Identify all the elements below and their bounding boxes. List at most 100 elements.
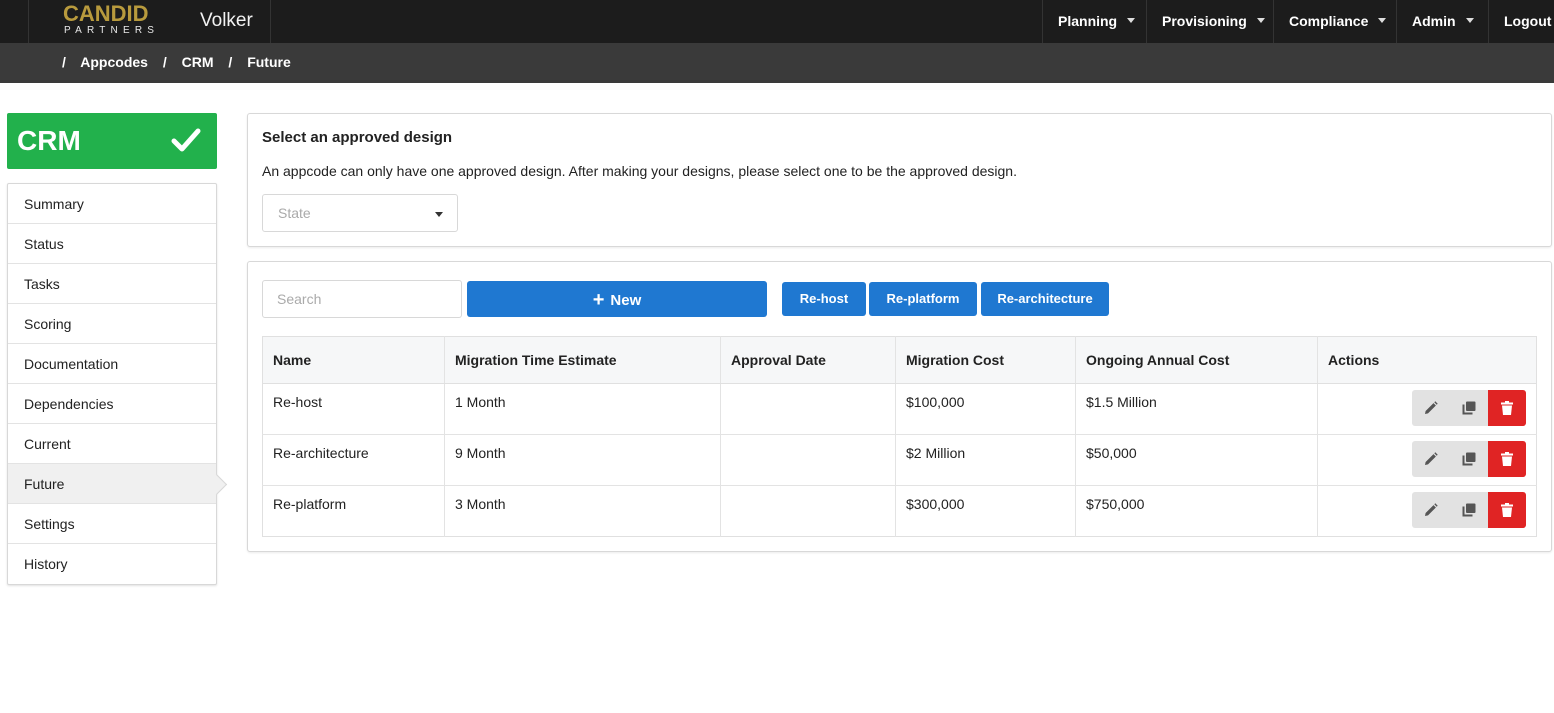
breadcrumb-separator: / <box>228 54 233 70</box>
rehost-button[interactable]: Re-host <box>782 282 866 316</box>
sidebar-item-documentation[interactable]: Documentation <box>8 344 216 384</box>
app-badge-name: CRM <box>17 125 81 156</box>
trash-icon <box>1501 503 1513 517</box>
breadcrumb-appcodes[interactable]: Appcodes <box>80 54 148 70</box>
state-select-placeholder: State <box>278 205 311 221</box>
sidebar-item-status[interactable]: Status <box>8 224 216 264</box>
breadcrumb-crm[interactable]: CRM <box>182 54 214 70</box>
column-header-approval-date[interactable]: Approval Date <box>720 336 896 384</box>
state-select[interactable]: State <box>262 194 458 232</box>
duplicate-button[interactable] <box>1450 492 1488 528</box>
edit-button[interactable] <box>1412 390 1450 426</box>
app-name[interactable]: Volker <box>200 10 253 32</box>
logo-wordmark: CANDID <box>63 1 149 26</box>
chevron-down-icon <box>1465 17 1474 23</box>
logo-subtitle: PARTNERS <box>64 25 160 36</box>
breadcrumb-separator: / <box>62 54 66 70</box>
table-row: Re-platform 3 Month $300,000 $750,000 <box>262 485 1537 537</box>
new-design-button[interactable]: + New <box>467 281 767 317</box>
plus-icon: + <box>592 289 605 311</box>
breadcrumb: / Appcodes / CRM / Future <box>0 43 1554 83</box>
cell-migration-cost: $100,000 <box>895 383 1076 435</box>
chevron-down-icon <box>1378 17 1387 23</box>
nav-provisioning-label: Provisioning <box>1162 13 1247 29</box>
designs-panel: + New Re-host Re-platform Re-architecture… <box>247 261 1552 552</box>
rearchitecture-button[interactable]: Re-architecture <box>981 282 1109 316</box>
cell-annual-cost: $1.5 Million <box>1075 383 1318 435</box>
designs-table: Name Migration Time Estimate Approval Da… <box>262 336 1537 537</box>
sidebar-item-current[interactable]: Current <box>8 424 216 464</box>
nav-compliance[interactable]: Compliance <box>1273 0 1396 43</box>
sidebar-item-future[interactable]: Future <box>8 464 216 504</box>
pencil-icon <box>1425 452 1438 465</box>
logout-label: Logout <box>1504 13 1552 29</box>
edit-button[interactable] <box>1412 492 1450 528</box>
chevron-down-icon <box>1127 17 1136 23</box>
column-header-actions: Actions <box>1317 336 1537 384</box>
row-actions <box>1412 390 1526 426</box>
breadcrumb-separator: / <box>162 54 167 70</box>
cell-name: Re-architecture <box>262 434 445 486</box>
cell-migration-time: 1 Month <box>444 383 721 435</box>
delete-button[interactable] <box>1488 390 1526 426</box>
nav-admin-label: Admin <box>1412 13 1456 29</box>
table-row: Re-architecture 9 Month $2 Million $50,0… <box>262 434 1537 486</box>
approved-design-description: An appcode can only have one approved de… <box>262 163 1017 179</box>
nav-planning-label: Planning <box>1058 13 1118 29</box>
caret-down-icon <box>435 212 443 217</box>
chevron-down-icon <box>1256 17 1265 23</box>
cell-actions <box>1317 434 1537 486</box>
brand[interactable]: CANDID PARTNERS Volker <box>29 0 271 43</box>
cell-migration-time: 3 Month <box>444 485 721 537</box>
new-design-label: New <box>610 292 642 309</box>
row-actions <box>1412 441 1526 477</box>
logout-link[interactable]: Logout <box>1488 0 1554 43</box>
search-input[interactable] <box>262 280 462 318</box>
copy-icon <box>1462 503 1476 517</box>
row-actions <box>1412 492 1526 528</box>
table-row: Re-host 1 Month $100,000 $1.5 Million <box>262 383 1537 435</box>
cell-actions <box>1318 486 1537 537</box>
navbar-spacer <box>0 0 29 43</box>
duplicate-button[interactable] <box>1450 390 1488 426</box>
nav-compliance-label: Compliance <box>1289 13 1369 29</box>
column-header-annual-cost[interactable]: Ongoing Annual Cost <box>1075 336 1318 384</box>
cell-approval-date <box>720 434 896 486</box>
column-header-name[interactable]: Name <box>262 336 445 384</box>
sidebar-item-dependencies[interactable]: Dependencies <box>8 384 216 424</box>
cell-approval-date <box>720 383 896 435</box>
cell-approval-date <box>720 485 896 537</box>
candid-partners-logo[interactable]: CANDID PARTNERS <box>63 1 183 38</box>
app-status-badge: CRM <box>7 113 217 169</box>
sidebar-item-history[interactable]: History <box>8 544 216 584</box>
sidebar-item-settings[interactable]: Settings <box>8 504 216 544</box>
approved-design-panel: Select an approved design An appcode can… <box>247 113 1552 247</box>
cell-annual-cost: $50,000 <box>1075 434 1318 486</box>
delete-button[interactable] <box>1488 441 1526 477</box>
nav-admin[interactable]: Admin <box>1396 0 1488 43</box>
breadcrumb-future[interactable]: Future <box>247 54 291 70</box>
nav-provisioning[interactable]: Provisioning <box>1146 0 1273 43</box>
cell-migration-cost: $2 Million <box>895 434 1076 486</box>
sidebar-menu: Summary Status Tasks Scoring Documentati… <box>7 183 217 585</box>
duplicate-button[interactable] <box>1450 441 1488 477</box>
cell-actions <box>1317 383 1537 435</box>
copy-icon <box>1462 401 1476 415</box>
copy-icon <box>1462 452 1476 466</box>
sidebar-item-scoring[interactable]: Scoring <box>8 304 216 344</box>
table-header-row: Name Migration Time Estimate Approval Da… <box>262 336 1537 384</box>
nav-planning[interactable]: Planning <box>1042 0 1146 43</box>
cell-migration-cost: $300,000 <box>895 485 1076 537</box>
pencil-icon <box>1425 401 1438 414</box>
replatform-button[interactable]: Re-platform <box>869 282 977 316</box>
column-header-migration-time[interactable]: Migration Time Estimate <box>444 336 721 384</box>
column-header-migration-cost[interactable]: Migration Cost <box>895 336 1076 384</box>
delete-button[interactable] <box>1488 492 1526 528</box>
sidebar-item-summary[interactable]: Summary <box>8 184 216 224</box>
cell-name: Re-host <box>262 383 445 435</box>
edit-button[interactable] <box>1412 441 1450 477</box>
trash-icon <box>1501 401 1513 415</box>
pencil-icon <box>1425 503 1438 516</box>
top-navbar: CANDID PARTNERS Volker Planning Provisio… <box>0 0 1554 43</box>
sidebar-item-tasks[interactable]: Tasks <box>8 264 216 304</box>
